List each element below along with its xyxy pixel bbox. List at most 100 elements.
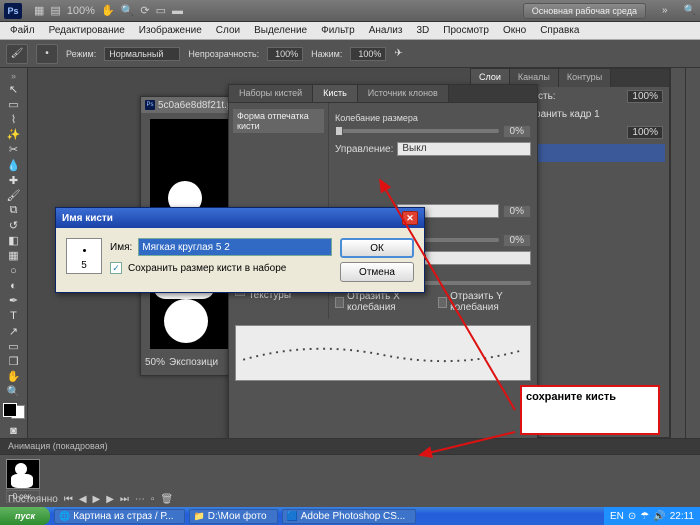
taskbar-item-3[interactable]: 🟦Adobe Photoshop CS... bbox=[282, 509, 417, 524]
menu-view[interactable]: Просмотр bbox=[437, 23, 495, 38]
layers-fill-field[interactable]: 100% bbox=[627, 126, 663, 139]
quickmask-icon[interactable]: ◙ bbox=[3, 424, 25, 437]
dialog-titlebar[interactable]: Имя кисти ✕ bbox=[56, 208, 424, 228]
marquee-tool-icon[interactable]: ▭ bbox=[3, 98, 25, 111]
tab-brush-presets[interactable]: Наборы кистей bbox=[229, 85, 313, 102]
3d-tool-icon[interactable]: ❒ bbox=[3, 355, 25, 368]
lang-indicator[interactable]: EN bbox=[610, 511, 624, 522]
size-jitter-slider[interactable] bbox=[335, 129, 499, 133]
menubar: Файл Редактирование Изображение Слои Выд… bbox=[0, 22, 700, 40]
menu-window[interactable]: Окно bbox=[497, 23, 532, 38]
lasso-tool-icon[interactable]: ⌇ bbox=[3, 113, 25, 126]
rewind-icon[interactable]: ⏮ bbox=[62, 494, 75, 505]
tab-brush[interactable]: Кисть bbox=[313, 85, 358, 102]
move-tool-icon[interactable]: ↖ bbox=[3, 83, 25, 96]
pen-tool-icon[interactable]: ✒ bbox=[3, 294, 25, 307]
hand-tool-icon[interactable]: ✋ bbox=[3, 370, 25, 383]
close-icon[interactable]: ✕ bbox=[402, 211, 418, 225]
screen-icon[interactable]: ▬ bbox=[172, 5, 183, 17]
menu-layers[interactable]: Слои bbox=[210, 23, 246, 38]
angle-value[interactable]: 0% bbox=[503, 205, 531, 218]
healing-tool-icon[interactable]: ✚ bbox=[3, 174, 25, 187]
system-tray[interactable]: EN ⊙ ☂ 🔊 22:11 bbox=[604, 507, 700, 525]
menu-select[interactable]: Выделение bbox=[248, 23, 313, 38]
clock[interactable]: 22:11 bbox=[670, 511, 694, 522]
crop-tool-icon[interactable]: ✂ bbox=[3, 143, 25, 156]
menu-help[interactable]: Справка bbox=[534, 23, 585, 38]
right-dock-strip-2[interactable] bbox=[670, 68, 685, 438]
wand-tool-icon[interactable]: ✨ bbox=[3, 128, 25, 141]
doc-zoom[interactable]: 50% bbox=[145, 357, 165, 368]
menu-3d[interactable]: 3D bbox=[410, 23, 435, 38]
forward-icon[interactable]: ⏭ bbox=[118, 494, 131, 505]
menu-file[interactable]: Файл bbox=[4, 23, 41, 38]
flow-label: Нажим: bbox=[311, 49, 342, 59]
eyedropper-tool-icon[interactable]: 💧 bbox=[3, 158, 25, 171]
name-field[interactable] bbox=[138, 238, 332, 256]
arrange-icon[interactable]: ▭ bbox=[156, 4, 166, 17]
flip-y-checkbox[interactable]: Отразить Y колебания bbox=[438, 291, 531, 313]
animation-tab[interactable]: Анимация (покадровая) bbox=[0, 439, 700, 455]
right-dock-strip-1[interactable] bbox=[685, 68, 700, 438]
hand-icon[interactable]: ✋ bbox=[101, 4, 115, 17]
chevron-right-icon[interactable]: » bbox=[662, 5, 668, 16]
mode-dropdown[interactable]: Нормальный bbox=[104, 47, 180, 61]
menu-analysis[interactable]: Анализ bbox=[363, 23, 409, 38]
gradient-tool-icon[interactable]: ▦ bbox=[3, 249, 25, 262]
path-tool-icon[interactable]: ↗ bbox=[3, 325, 25, 338]
dodge-tool-icon[interactable]: ◐ bbox=[3, 279, 25, 292]
ok-button[interactable]: ОК bbox=[340, 238, 414, 258]
history-brush-icon[interactable]: ↺ bbox=[3, 219, 25, 232]
shape-jitter-value[interactable]: 0% bbox=[503, 234, 531, 247]
mode-label: Режим: bbox=[66, 49, 96, 59]
toolbox-collapse-icon[interactable]: » bbox=[3, 71, 25, 81]
tab-paths[interactable]: Контуры bbox=[559, 69, 611, 87]
flow-field[interactable]: 100% bbox=[350, 47, 386, 61]
bridge-icon[interactable]: ▦ bbox=[34, 4, 44, 17]
eraser-tool-icon[interactable]: ◧ bbox=[3, 234, 25, 247]
taskbar-item-1[interactable]: 🌐Картина из страз / Р... bbox=[54, 509, 185, 524]
workspace-switcher[interactable]: Основная рабочая среда bbox=[523, 3, 646, 19]
brush-tip-shape-label[interactable]: Форма отпечатка кисти bbox=[233, 109, 324, 133]
stamp-tool-icon[interactable]: ⧉ bbox=[3, 204, 25, 217]
tween-icon[interactable]: ⋯ bbox=[133, 494, 147, 505]
prev-frame-icon[interactable]: ◀ bbox=[77, 494, 89, 505]
tray-icon[interactable]: ☂ bbox=[640, 511, 649, 522]
options-bar: 🖌 • Режим: Нормальный Непрозрачность: 10… bbox=[0, 40, 700, 68]
color-swatches[interactable] bbox=[3, 403, 25, 419]
brush-preset-icon[interactable]: • bbox=[36, 44, 58, 64]
loop-dropdown[interactable]: Постоянно bbox=[6, 494, 60, 505]
flip-x-checkbox[interactable]: Отразить X колебания bbox=[335, 291, 428, 313]
delete-frame-icon[interactable]: 🗑 bbox=[158, 494, 175, 505]
shape-tool-icon[interactable]: ▭ bbox=[3, 340, 25, 353]
play-icon[interactable]: ▶ bbox=[91, 494, 103, 505]
brush-icon[interactable]: 🖌 bbox=[6, 44, 28, 64]
zoom-icon[interactable]: 🔍 bbox=[121, 4, 135, 17]
brush-tool-icon[interactable]: 🖌 bbox=[3, 189, 25, 202]
size-jitter-value[interactable]: 0% bbox=[503, 125, 531, 138]
opacity-field[interactable]: 100% bbox=[267, 47, 303, 61]
rotate-icon[interactable]: ⟳ bbox=[140, 4, 149, 17]
search-icon[interactable]: 🔍 bbox=[684, 5, 696, 16]
zoom-percent[interactable]: 100% bbox=[67, 5, 95, 17]
tab-clone-source[interactable]: Источник клонов bbox=[358, 85, 449, 102]
next-frame-icon[interactable]: ▶ bbox=[104, 494, 116, 505]
tray-icon[interactable]: 🔊 bbox=[653, 511, 665, 522]
blur-tool-icon[interactable]: ○ bbox=[3, 264, 25, 277]
menu-filter[interactable]: Фильтр bbox=[315, 23, 361, 38]
start-button[interactable]: пуск bbox=[0, 507, 50, 525]
type-tool-icon[interactable]: T bbox=[3, 309, 25, 322]
zoom-tool-icon[interactable]: 🔍 bbox=[3, 385, 25, 398]
tray-icon[interactable]: ⊙ bbox=[628, 511, 636, 522]
control-dropdown-1[interactable]: Выкл bbox=[397, 142, 531, 156]
history-icon[interactable]: ▤ bbox=[50, 4, 60, 17]
layers-opacity-field[interactable]: 100% bbox=[627, 90, 663, 103]
new-frame-icon[interactable]: ▫ bbox=[149, 494, 157, 505]
menu-edit[interactable]: Редактирование bbox=[43, 23, 131, 38]
taskbar-item-2[interactable]: 📁D:\Мои фото bbox=[189, 509, 278, 524]
cancel-button[interactable]: Отмена bbox=[340, 262, 414, 282]
opacity-label: Непрозрачность: bbox=[188, 49, 259, 59]
airbrush-icon[interactable]: ✈ bbox=[394, 48, 402, 59]
menu-image[interactable]: Изображение bbox=[133, 23, 208, 38]
save-size-checkbox[interactable]: ✓ bbox=[110, 262, 122, 274]
